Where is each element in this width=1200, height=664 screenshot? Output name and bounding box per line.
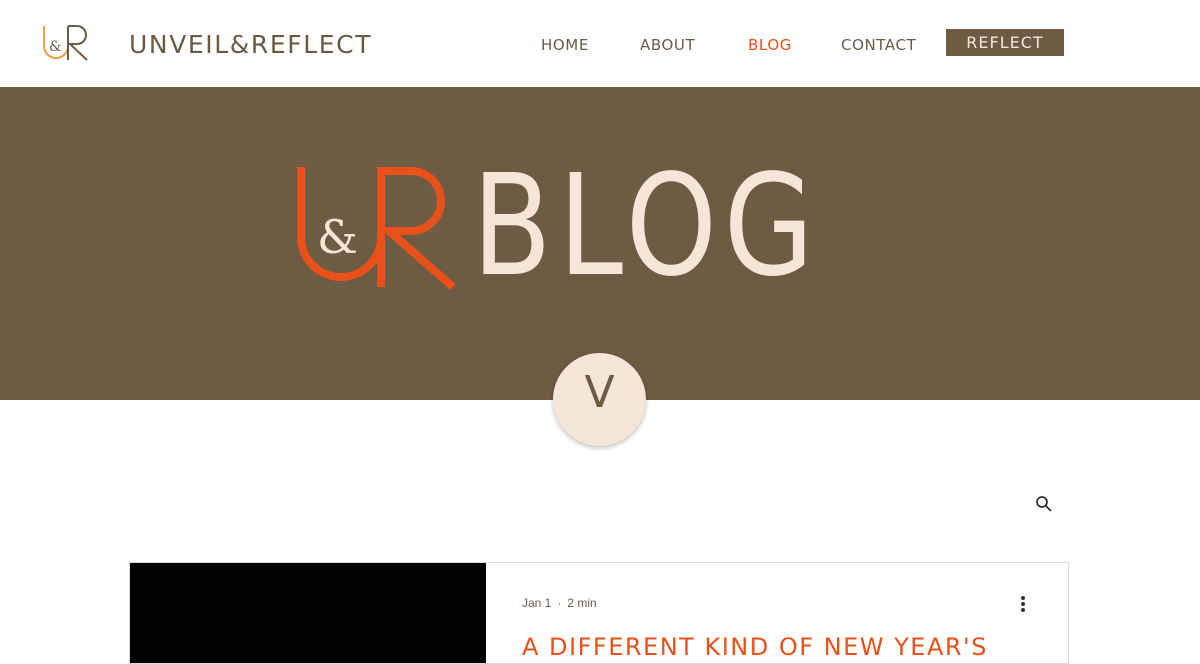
nav-about[interactable]: ABOUT [640, 36, 695, 54]
nav-home[interactable]: HOME [541, 36, 589, 54]
nav-blog[interactable]: BLOG [748, 36, 792, 54]
meta-separator: · [557, 596, 562, 610]
reflect-button[interactable]: REFLECT [946, 29, 1064, 56]
search-icon[interactable] [1035, 495, 1053, 513]
hero-logo-icon: & [297, 167, 456, 289]
svg-text:&: & [317, 210, 358, 264]
site-header: & UNVEIL&REFLECT HOME ABOUT BLOG CONTACT… [0, 0, 1200, 87]
post-meta: Jan 1 · 2 min [522, 596, 597, 610]
nav-contact[interactable]: CONTACT [841, 36, 916, 54]
more-vertical-icon[interactable] [1016, 596, 1030, 614]
post-date: Jan 1 [522, 596, 552, 610]
post-card[interactable]: Jan 1 · 2 min A DIFFERENT KIND OF NEW YEAR… [129, 562, 1069, 664]
post-cover-image[interactable] [130, 563, 486, 663]
hero-title: BLOG [472, 145, 821, 308]
author-avatar[interactable]: V [553, 353, 646, 446]
post-title[interactable]: A DIFFERENT KIND OF NEW YEAR'S [522, 633, 988, 661]
post-read-time: 2 min [567, 596, 597, 610]
